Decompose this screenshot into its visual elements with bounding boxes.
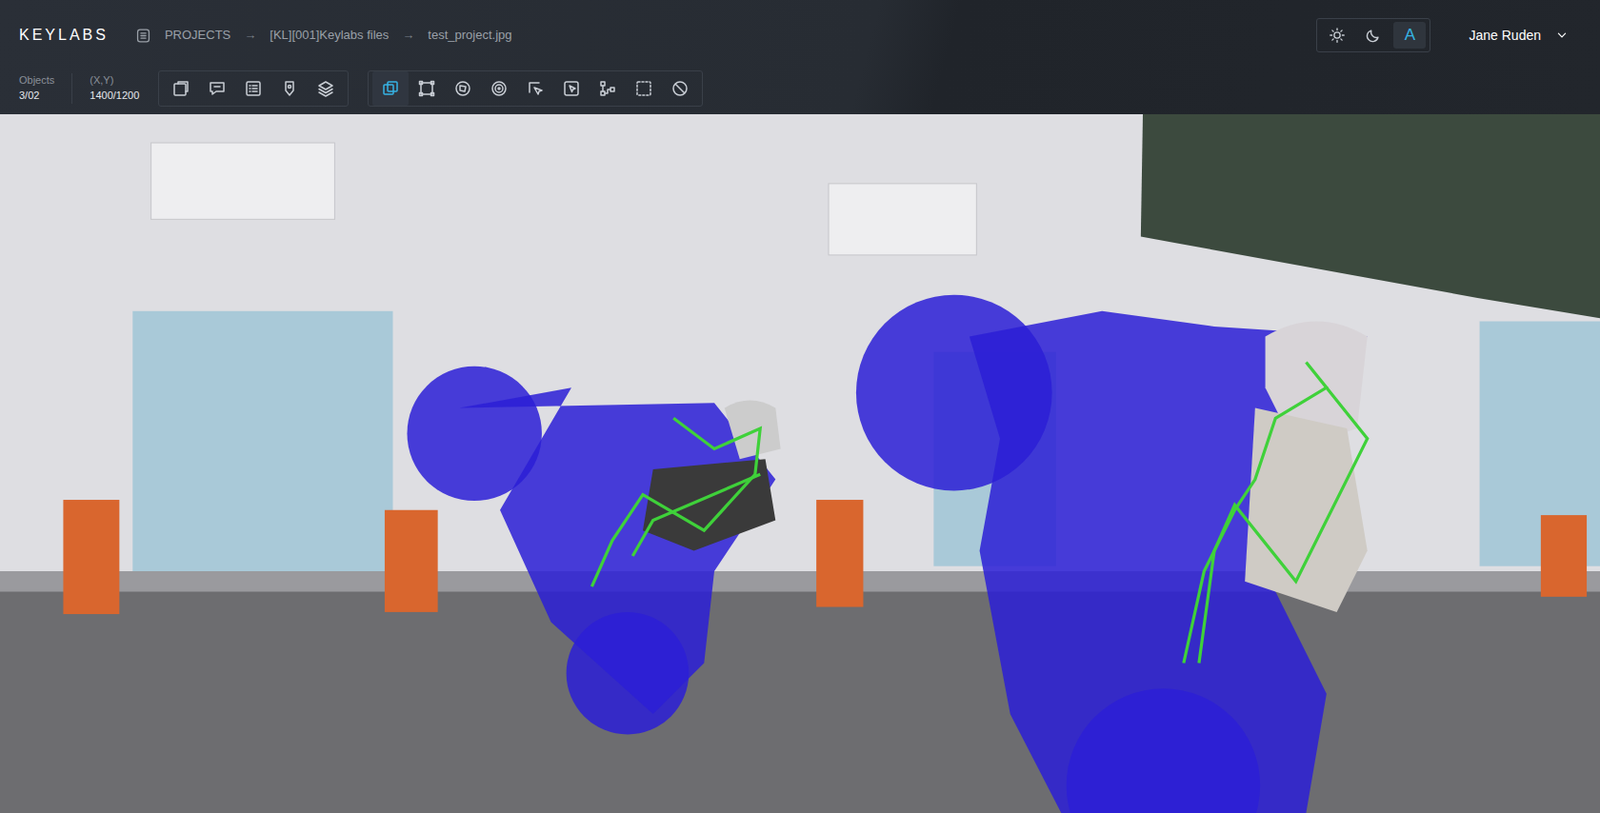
tool-button[interactable]	[589, 71, 626, 106]
stat-value: 1400/1200	[89, 88, 140, 104]
tool-button[interactable]	[199, 71, 236, 106]
layers-icon	[316, 79, 336, 99]
moon-icon	[1364, 26, 1382, 44]
stat-label: Objects	[19, 73, 55, 89]
tool-button[interactable]	[307, 71, 344, 106]
chevron-down-icon[interactable]	[1556, 29, 1568, 41]
breadcrumb-separator: →	[401, 25, 415, 45]
tool-button[interactable]	[625, 71, 662, 106]
tool-button[interactable]	[517, 71, 554, 106]
theme-switch: A	[1316, 18, 1431, 53]
breadcrumb: PROJECTS → [KL][001]Keylabs files → test_pro…	[135, 25, 513, 45]
instance-icon	[380, 79, 400, 99]
theme-text-button[interactable]: A	[1393, 21, 1426, 49]
keypoints-icon	[598, 79, 618, 99]
add-frame-icon	[171, 79, 191, 99]
photo	[0, 114, 1600, 813]
tool-button[interactable]	[162, 71, 200, 106]
sun-icon	[1328, 26, 1346, 44]
stat: Objects3/02	[19, 73, 55, 104]
stat: (X,Y)1400/1200	[89, 73, 140, 104]
image-canvas[interactable]	[0, 114, 1600, 813]
stat-divider	[71, 73, 73, 104]
tool-button[interactable]	[408, 71, 445, 106]
tool-button[interactable]	[235, 71, 272, 106]
user-name[interactable]: Jane Ruden	[1468, 25, 1541, 46]
breadcrumb-separator: →	[243, 25, 257, 45]
eraser-icon	[670, 79, 690, 99]
theme-label: A	[1404, 22, 1416, 48]
stat-label: (X,Y)	[89, 73, 140, 89]
tool-button[interactable]	[553, 71, 590, 106]
tool-button[interactable]	[661, 71, 699, 106]
tool-button[interactable]	[372, 71, 409, 106]
theme-sun-button[interactable]	[1320, 21, 1354, 49]
dashed-box-icon	[634, 79, 654, 99]
projects-icon[interactable]	[135, 27, 152, 44]
tool-button[interactable]	[480, 71, 518, 106]
tool-button[interactable]	[444, 71, 481, 106]
app-logo[interactable]: KEYLABS	[19, 23, 109, 47]
tool-button[interactable]	[271, 71, 308, 106]
segment-icon	[489, 79, 509, 99]
breadcrumb-item[interactable]: [KL][001]Keylabs files	[269, 25, 389, 45]
smart-select-icon	[525, 79, 545, 99]
toolbar	[367, 70, 703, 107]
toolbar	[158, 70, 349, 107]
click-select-icon	[561, 79, 581, 99]
polygon-icon	[453, 79, 473, 99]
breadcrumb-item[interactable]: PROJECTS	[164, 25, 231, 45]
breadcrumb-item[interactable]: test_project.jpg	[427, 25, 512, 45]
list-icon	[243, 79, 263, 99]
user-menu[interactable]: Jane Ruden	[1468, 25, 1568, 46]
bounding-box-icon	[417, 79, 437, 99]
theme-moon-button[interactable]	[1357, 21, 1390, 49]
stat-value: 3/02	[19, 88, 55, 104]
tag-icon	[280, 79, 300, 99]
comment-icon	[207, 79, 227, 99]
